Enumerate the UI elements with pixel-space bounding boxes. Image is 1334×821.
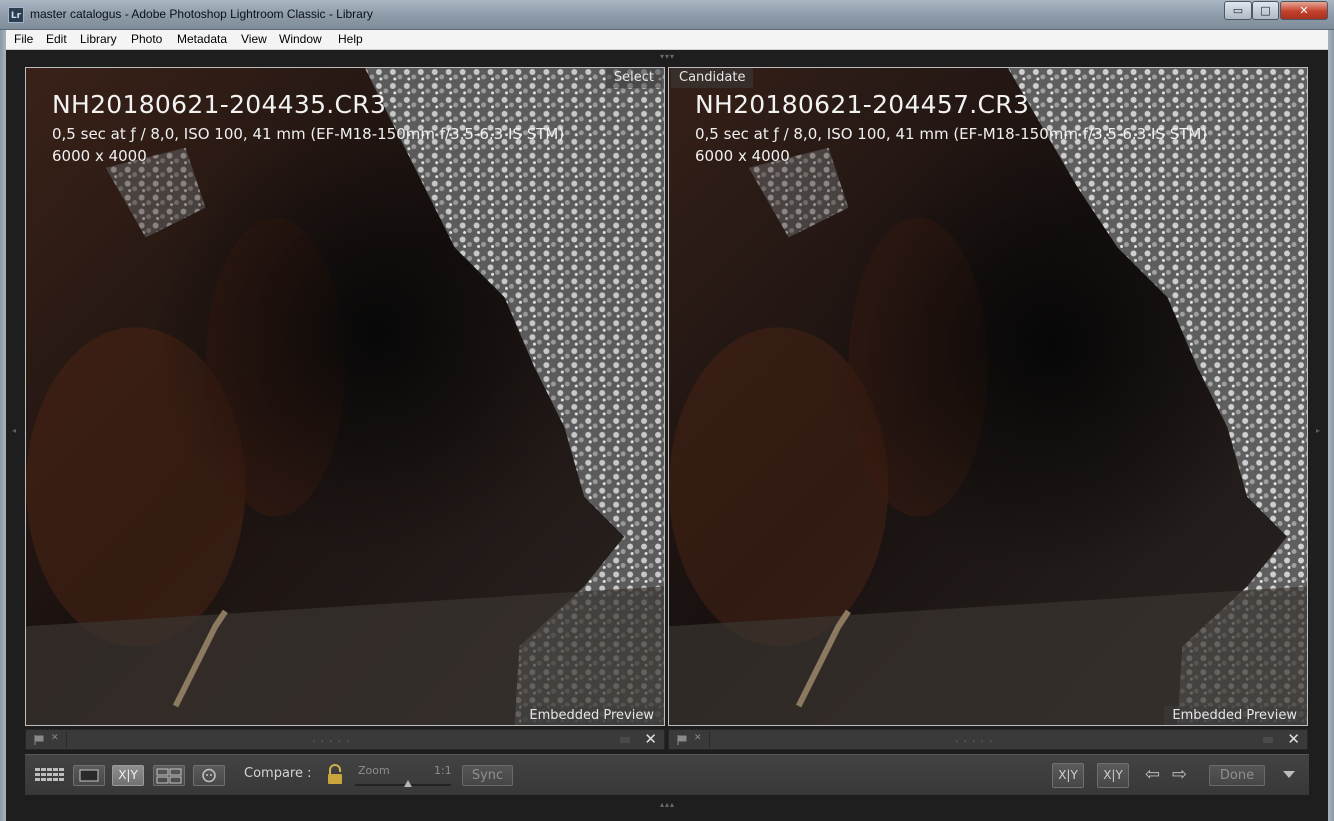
flag-icon[interactable] (677, 735, 687, 745)
zoom-ratio-label: 1:1 (434, 764, 452, 777)
make-select-icon: X|Y (1103, 768, 1123, 782)
previous-photo-arrow-icon[interactable]: ⇦ (1145, 764, 1160, 785)
star-rating-dots[interactable]: ..... (955, 732, 997, 745)
select-label: Select (605, 68, 662, 88)
strip-divider (66, 732, 67, 748)
maximize-button[interactable]: □ (1252, 1, 1279, 20)
grid-view-icon (35, 768, 64, 781)
reject-flag-icon[interactable]: ✕ (51, 733, 59, 743)
select-preview-label: Embedded Preview (521, 706, 662, 725)
star-rating-dots[interactable]: ..... (312, 732, 354, 745)
toolbar-options-chevron-down-icon[interactable] (1283, 771, 1295, 778)
menu-file[interactable]: File (14, 32, 33, 46)
window-frame-right (1328, 30, 1334, 821)
right-panel-toggle-icon[interactable]: ▸ (1316, 426, 1320, 435)
remove-select-icon[interactable]: ✕ (644, 730, 657, 748)
filmstrip-grip-icon[interactable]: ▴▴▴ (660, 800, 675, 809)
strip-divider (709, 732, 710, 748)
candidate-preview-label: Embedded Preview (1164, 706, 1305, 725)
candidate-filename: NH20180621-204457.CR3 (695, 90, 1030, 119)
reject-flag-icon[interactable]: ✕ (694, 733, 702, 743)
select-exif: 0,5 sec at ƒ / 8,0, ISO 100, 41 mm (EF-M… (52, 125, 565, 143)
close-window-button[interactable]: ✕ (1280, 1, 1328, 20)
menu-window[interactable]: Window (279, 32, 322, 46)
menu-library[interactable]: Library (80, 32, 117, 46)
compare-label: Compare : (244, 766, 312, 781)
library-toolbar: X|Y Compare : Zoom 1:1 Sync X|Y X|Y ⇦ ⇨ … (25, 754, 1309, 795)
menu-photo[interactable]: Photo (131, 32, 162, 46)
candidate-photo-panel[interactable]: Candidate NH20180621-204457.CR3 0,5 sec … (668, 67, 1308, 726)
loupe-view-icon (79, 769, 99, 782)
color-label-swatch[interactable] (1263, 737, 1273, 743)
select-dimensions: 6000 x 4000 (52, 147, 147, 165)
sync-button[interactable]: Sync (462, 765, 513, 786)
candidate-photo-image[interactable] (669, 68, 1307, 725)
remove-candidate-icon[interactable]: ✕ (1287, 730, 1300, 748)
left-panel-toggle-icon[interactable]: ◂ (12, 426, 16, 435)
zoom-slider-thumb[interactable] (403, 780, 412, 787)
loupe-view-button[interactable] (73, 765, 105, 786)
zoom-label: Zoom (358, 764, 390, 777)
candidate-exif: 0,5 sec at ƒ / 8,0, ISO 100, 41 mm (EF-M… (695, 125, 1208, 143)
done-button[interactable]: Done (1209, 765, 1265, 786)
flag-icon[interactable] (34, 735, 44, 745)
next-photo-arrow-icon[interactable]: ⇨ (1172, 764, 1187, 785)
candidate-info-strip: ✕ ..... ✕ (668, 729, 1308, 750)
minimize-button[interactable]: ▭ (1224, 1, 1252, 20)
candidate-dimensions: 6000 x 4000 (695, 147, 790, 165)
people-view-icon (202, 768, 216, 783)
make-select-button[interactable]: X|Y (1097, 763, 1129, 788)
select-filename: NH20180621-204435.CR3 (52, 90, 387, 119)
menu-bar: File Edit Library Photo Metadata View Wi… (6, 30, 1328, 50)
select-info-strip: ✕ ..... ✕ (25, 729, 665, 750)
candidate-label: Candidate (671, 68, 754, 88)
select-photo-image[interactable] (26, 68, 664, 725)
menu-view[interactable]: View (241, 32, 267, 46)
swap-icon: X|Y (1058, 768, 1078, 782)
lock-icon[interactable] (325, 764, 345, 786)
grid-view-button[interactable] (33, 765, 65, 786)
compare-view-icon: X|Y (118, 768, 138, 782)
compare-view-button[interactable]: X|Y (112, 765, 144, 786)
lightroom-app-icon[interactable]: Lr (8, 7, 24, 23)
select-photo-panel[interactable]: Select NH20180621-204435.CR3 0,5 sec at … (25, 67, 665, 726)
menu-help[interactable]: Help (338, 32, 363, 46)
survey-view-button[interactable] (153, 765, 185, 786)
survey-view-icon (156, 768, 182, 784)
top-panel-grip-icon[interactable]: ▾▾▾ (660, 52, 675, 61)
color-label-swatch[interactable] (620, 737, 630, 743)
menu-metadata[interactable]: Metadata (177, 32, 227, 46)
people-view-button[interactable] (193, 765, 225, 786)
window-title: master catalogus - Adobe Photoshop Light… (30, 7, 373, 21)
menu-edit[interactable]: Edit (46, 32, 67, 46)
window-title-bar: Lr master catalogus - Adobe Photoshop Li… (0, 0, 1334, 30)
swap-button[interactable]: X|Y (1052, 763, 1084, 788)
